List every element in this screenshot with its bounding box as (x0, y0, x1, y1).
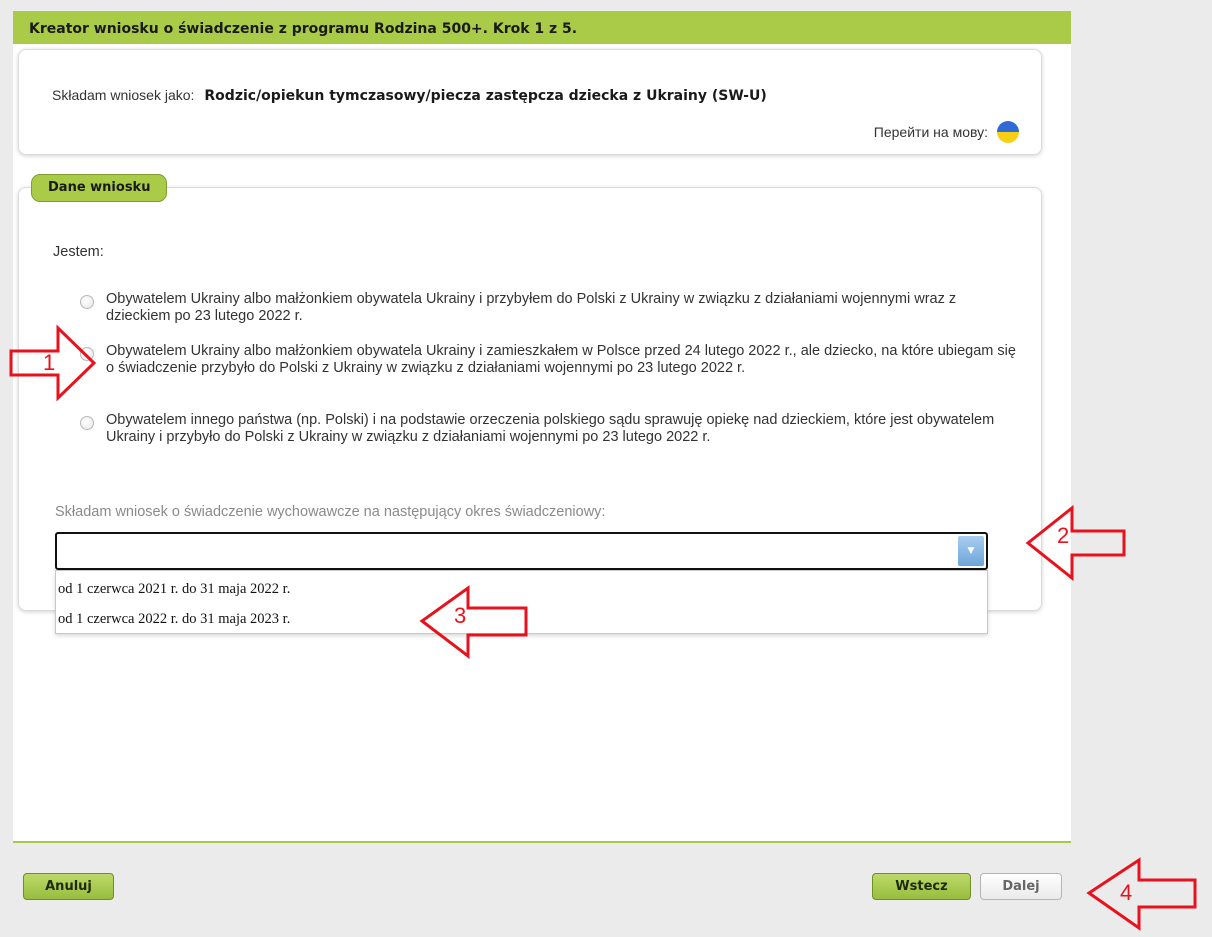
status-option-label: Obywatelem innego państwa (np. Polski) i… (106, 412, 995, 445)
status-option-3[interactable]: Obywatelem innego państwa (np. Polski) i… (80, 412, 1020, 446)
dropdown-option[interactable]: od 1 czerwca 2021 r. do 31 maja 2022 r. (58, 581, 290, 598)
applicant-panel: Składam wniosek jako: Rodzic/opiekun tymc… (18, 49, 1042, 155)
status-option-label: Obywatelem Ukrainy albo małżonkiem obywa… (106, 343, 1016, 376)
page-title: Kreator wniosku o świadczenie z programu… (13, 11, 1071, 44)
annotation-arrow-3 (419, 585, 528, 660)
status-option-2[interactable]: Obywatelem Ukrainy albo małżonkiem obywa… (80, 343, 1020, 377)
applicant-row: Składam wniosek jako: Rodzic/opiekun tymc… (52, 87, 767, 104)
applicant-label: Składam wniosek jako: (52, 87, 195, 103)
annotation-arrow-2 (1025, 504, 1126, 582)
radio-button[interactable] (80, 416, 94, 430)
annotation-arrow-4 (1086, 857, 1197, 931)
language-switch-label: Перейти на мову: (873, 124, 988, 140)
applicant-status-label: Jestem: (53, 244, 104, 260)
section-title: Dane wniosku (31, 174, 168, 202)
chevron-down-icon[interactable]: ▼ (958, 536, 984, 566)
next-button[interactable]: Dalej (980, 873, 1062, 900)
status-option-1[interactable]: Obywatelem Ukrainy albo małżonkiem obywa… (80, 291, 1020, 325)
back-button[interactable]: Wstecz (872, 873, 971, 900)
applicant-value: Rodzic/opiekun tymczasowy/piecza zastępc… (204, 88, 767, 104)
benefit-period-select[interactable]: ▼ (55, 532, 988, 570)
radio-button[interactable] (80, 295, 94, 309)
cancel-button[interactable]: Anuluj (23, 873, 114, 900)
annotation-label-4: 4 (1120, 880, 1133, 905)
benefit-period-label: Składam wniosek o świadczenie wychowawcz… (55, 504, 606, 520)
annotation-label-3: 3 (454, 603, 467, 628)
dropdown-option[interactable]: od 1 czerwca 2022 r. do 31 maja 2023 r. (58, 611, 290, 628)
annotation-label-2: 2 (1057, 523, 1070, 548)
status-option-label: Obywatelem Ukrainy albo małżonkiem obywa… (106, 291, 957, 324)
ukraine-flag-icon[interactable] (997, 121, 1019, 143)
annotation-label-1: 1 (43, 350, 56, 375)
language-switch[interactable]: Перейти на мову: (874, 121, 1019, 143)
